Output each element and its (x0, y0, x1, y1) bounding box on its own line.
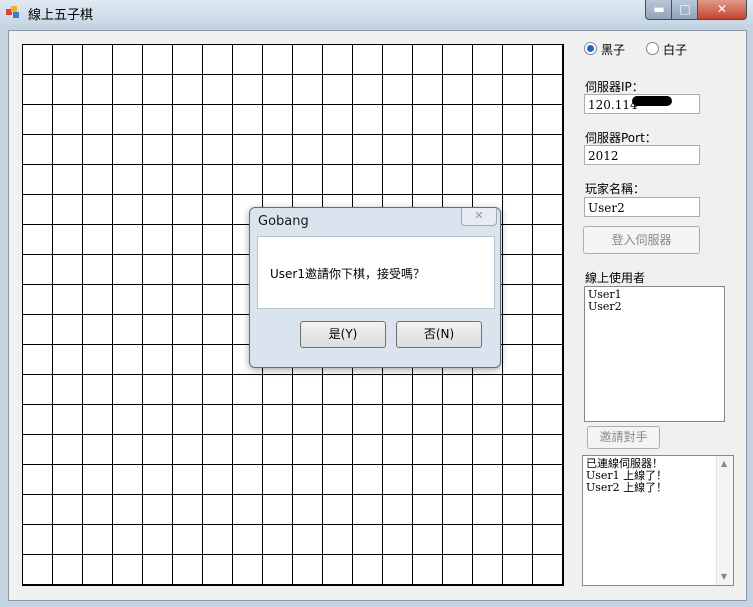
close-button[interactable]: ✕ (697, 0, 747, 20)
app-window: 線上五子棋 ▬ □ ✕ 黑子 白子 伺服器IP： 120.114 伺服器Port… (0, 0, 753, 607)
redaction-mark (632, 96, 672, 106)
window-title: 線上五子棋 (28, 8, 94, 23)
scroll-down-icon[interactable]: ▼ (721, 571, 727, 583)
minimize-button[interactable]: ▬ (645, 0, 673, 20)
dialog-close-button[interactable]: ✕ (461, 208, 497, 226)
invite-dialog: Gobang ✕ User1邀請你下棋，接受嗎？ 是(Y) 否(N) (249, 207, 501, 368)
log-line: User2 上線了！ (586, 481, 668, 494)
maximize-button[interactable]: □ (671, 0, 699, 20)
login-button[interactable]: 登入伺服器 (583, 226, 700, 254)
scroll-up-icon[interactable]: ▲ (721, 458, 727, 470)
dialog-title: Gobang (258, 214, 309, 229)
port-label: 伺服器Port： (585, 131, 657, 145)
player-name-label: 玩家名稱： (585, 182, 646, 196)
invite-button[interactable]: 邀請對手 (587, 426, 660, 449)
player-name-field[interactable]: User2 (584, 197, 700, 217)
black-radio[interactable] (584, 42, 597, 55)
no-button[interactable]: 否(N) (396, 321, 482, 348)
log-scrollbar[interactable]: ▲ ▼ (716, 456, 733, 585)
title-bar[interactable]: 線上五子棋 ▬ □ ✕ (0, 0, 753, 24)
white-radio[interactable] (646, 42, 659, 55)
online-users-list[interactable]: User1 User2 (584, 286, 725, 422)
ip-label: 伺服器IP： (585, 80, 644, 94)
app-icon (6, 6, 19, 18)
dialog-message: User1邀請你下棋，接受嗎？ (270, 267, 425, 281)
black-radio-label[interactable]: 黑子 (601, 41, 625, 58)
port-field[interactable]: 2012 (584, 145, 700, 165)
yes-button[interactable]: 是(Y) (300, 321, 386, 348)
message-log[interactable]: 已連線伺服器！ User1 上線了！ User2 上線了！ ▲ ▼ (582, 455, 734, 586)
online-users-label: 線上使用者 (585, 271, 646, 285)
list-item[interactable]: User2 (588, 301, 721, 313)
white-radio-label[interactable]: 白子 (663, 41, 687, 58)
